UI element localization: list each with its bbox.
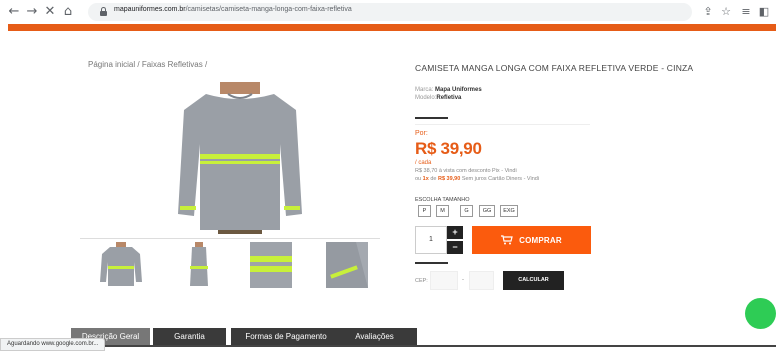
buy-button[interactable]: COMPRAR [472, 226, 591, 254]
brand-label: Marca: [415, 87, 434, 93]
size-label: ESCOLHA TAMANHO [415, 197, 470, 203]
product-model: Modelo:Refletiva [415, 95, 461, 101]
calculate-shipping-button[interactable]: CALCULAR [503, 271, 564, 290]
tab-warranty[interactable]: Garantia [153, 328, 226, 345]
breadcrumb-separator: / [137, 60, 140, 69]
brand-value[interactable]: Mapa Uniformes [435, 87, 482, 93]
home-icon[interactable]: ⌂ [60, 4, 76, 20]
quantity-plus-button[interactable]: + [447, 226, 463, 239]
side-panel-icon[interactable]: ◧ [756, 4, 772, 20]
installments: ou 1x de R$ 39,90 Sem juros Cartão Diner… [415, 176, 539, 182]
breadcrumb-separator: / [205, 60, 208, 69]
header-orange-band [8, 24, 776, 31]
thumbnail-detail-stripe[interactable] [250, 242, 292, 288]
pix-discount: R$ 38,70 à vista com desconto Pix - Vind… [415, 168, 517, 174]
installment-suffix: Sem juros Cartão Diners - Vindi [461, 176, 540, 182]
cep-input-second[interactable] [469, 271, 494, 290]
installment-value: R$ 39,90 [437, 176, 461, 182]
size-option-g[interactable]: G [460, 205, 473, 217]
size-option-exg[interactable]: EXG [500, 205, 518, 217]
product-title: CAMISETA MANGA LONGA COM FAIXA REFLETIVA… [415, 63, 694, 73]
info-divider-light [415, 124, 590, 125]
info-divider [415, 117, 448, 119]
product-brand: Marca: Mapa Uniformes [415, 87, 482, 93]
stop-icon[interactable]: ✕ [42, 4, 58, 20]
share-icon[interactable]: ⇪ [700, 4, 716, 20]
breadcrumb-home[interactable]: Página inicial [88, 60, 135, 69]
browser-status-bar: Aguardando www.google.com.br... [0, 338, 106, 351]
tab-payment-methods[interactable]: Formas de Pagamento [231, 328, 341, 345]
quantity-minus-button[interactable]: − [447, 241, 463, 254]
back-icon[interactable]: ← [6, 4, 22, 20]
price: R$ 39,90 [415, 139, 482, 158]
installment-mid: de [430, 176, 437, 182]
forward-icon[interactable]: → [24, 4, 40, 20]
model-value: Refletiva [436, 95, 462, 101]
lock-icon[interactable] [100, 7, 107, 16]
browser-toolbar: ← → ✕ ⌂ mapauniformes.com.br/camisetas/c… [0, 0, 784, 24]
cart-icon [501, 235, 513, 245]
reading-list-icon[interactable]: ≡ [738, 4, 754, 20]
installment-prefix: ou [415, 176, 422, 182]
installment-count: 1x [422, 176, 429, 182]
cep-input-first[interactable] [430, 271, 458, 290]
price-unit: / cada [415, 160, 432, 166]
cep-separator: - [462, 277, 464, 283]
size-option-gg[interactable]: GG [479, 205, 495, 217]
model-label: Modelo: [415, 95, 437, 101]
buy-divider [415, 262, 448, 264]
size-option-p[interactable]: P [418, 205, 431, 217]
gallery-divider [80, 238, 380, 239]
breadcrumb: Página inicial / Faixas Refletivas / [88, 60, 207, 69]
bookmark-star-icon[interactable]: ☆ [718, 4, 734, 20]
tabs-bottom-rule [8, 345, 776, 347]
thumbnail-detail-sleeve[interactable] [326, 242, 368, 288]
breadcrumb-category[interactable]: Faixas Refletivas [142, 60, 203, 69]
product-main-image[interactable] [178, 82, 302, 234]
price-prefix: Por: [415, 130, 428, 137]
size-option-m[interactable]: M [436, 205, 449, 217]
url-text[interactable]: mapauniformes.com.br/camisetas/camiseta-… [114, 6, 352, 13]
buy-button-label: COMPRAR [519, 235, 562, 245]
thumbnail-front[interactable] [100, 242, 142, 288]
cep-label: CEP: [415, 278, 428, 284]
whatsapp-chat-button[interactable] [745, 298, 776, 329]
quantity-input[interactable]: 1 [415, 226, 447, 254]
tab-reviews[interactable]: Avaliações [332, 328, 417, 345]
thumbnail-side[interactable] [178, 242, 220, 288]
